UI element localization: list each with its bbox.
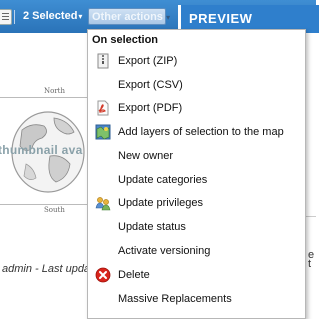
menu-item-label: Activate versioning: [118, 245, 211, 257]
menu-item-label: Export (ZIP): [118, 55, 178, 67]
map-layers-icon: [95, 124, 111, 140]
menu-item-label: Export (CSV): [118, 79, 183, 91]
menu-item-delete[interactable]: Delete: [88, 264, 305, 287]
menu-item-label: Delete: [118, 269, 150, 281]
other-actions-button[interactable]: Other actions ▾: [88, 8, 170, 25]
delete-icon: [95, 267, 111, 283]
menu-item-export-zip[interactable]: Export (ZIP): [88, 50, 305, 73]
preview-divider: [305, 216, 316, 217]
menu-item-add-layers-to-map[interactable]: Add layers of selection to the map: [88, 121, 305, 144]
menu-item-export-csv[interactable]: Export (CSV): [88, 74, 305, 97]
selection-count-dropdown[interactable]: 2 Selected▾: [23, 10, 82, 22]
toolbar-divider: [14, 10, 15, 24]
selection-count-label: 2 Selected: [23, 10, 78, 22]
zip-file-icon: [97, 53, 109, 69]
chevron-down-icon: ▾: [163, 13, 171, 22]
menu-item-label: New owner: [118, 150, 174, 162]
menu-item-label: Update categories: [118, 174, 208, 186]
menu-section-header: On selection: [92, 34, 159, 46]
menu-item-label: Add layers of selection to the map: [118, 126, 284, 138]
preview-text-fragment: t: [308, 258, 312, 270]
thumbnail-north-label: North: [44, 87, 66, 95]
menu-item-update-categories[interactable]: Update categories: [88, 169, 305, 192]
record-meta-line: admin - Last upda: [2, 263, 91, 275]
menu-item-massive-replacements[interactable]: Massive Replacements: [88, 288, 305, 311]
pdf-file-icon: [97, 100, 109, 116]
menu-item-label: Update privileges: [118, 197, 203, 209]
other-actions-menu: On selection Export (ZIP) Export (CSV) E…: [87, 29, 306, 319]
menu-item-new-owner[interactable]: New owner: [88, 145, 305, 168]
thumbnail-placeholder-text: thumbnail ava: [0, 143, 83, 157]
other-actions-label: Other actions: [92, 11, 163, 23]
menu-item-label: Massive Replacements: [118, 293, 232, 305]
menu-item-update-status[interactable]: Update status: [88, 216, 305, 239]
menu-item-activate-versioning[interactable]: Activate versioning: [88, 240, 305, 263]
preview-panel-body: [305, 33, 316, 312]
chevron-down-icon: ▾: [78, 12, 83, 21]
list-view-button[interactable]: [0, 9, 12, 25]
menu-item-export-pdf[interactable]: Export (PDF): [88, 97, 305, 120]
menu-item-label: Update status: [118, 221, 186, 233]
thumbnail-south-label: South: [44, 206, 65, 214]
menu-item-update-privileges[interactable]: Update privileges: [88, 192, 305, 215]
users-icon: [95, 197, 111, 211]
preview-title: PREVIEW: [189, 11, 253, 26]
menu-item-label: Export (PDF): [118, 102, 183, 114]
